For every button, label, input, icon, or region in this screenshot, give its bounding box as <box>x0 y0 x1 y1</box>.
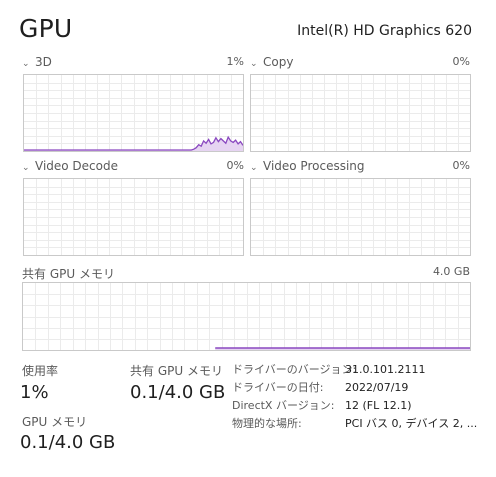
info-row-directx-version: DirectX バージョン: 12 (FL 12.1) <box>232 396 487 414</box>
info-value: 12 (FL 12.1) <box>345 398 412 412</box>
graph-canvas <box>23 283 470 350</box>
adapter-name: Intel(R) HD Graphics 620 <box>297 23 472 39</box>
engine-label: Copy <box>263 55 294 69</box>
engine-label: 3D <box>35 55 52 69</box>
chevron-down-icon: ⌄ <box>22 163 30 173</box>
info-row-physical-location: 物理的な場所: PCI バス 0, デバイス 2, ... <box>232 414 487 432</box>
engine-percent: 1% <box>226 55 244 68</box>
shared-memory-max: 4.0 GB <box>432 265 470 278</box>
info-key: 物理的な場所: <box>232 417 302 430</box>
info-row-driver-date: ドライバーの日付: 2022/07/19 <box>232 378 487 396</box>
page-title: GPU <box>19 14 73 43</box>
engine-selector-video-decode[interactable]: ⌄ Video Decode 0% <box>22 159 244 175</box>
shared-memory-stat-value: 0.1/4.0 GB <box>130 382 226 403</box>
utilization-value: 1% <box>20 382 49 403</box>
info-value: 2022/07/19 <box>345 380 409 394</box>
shared-memory-label: 共有 GPU メモリ <box>22 267 115 281</box>
engine-percent: 0% <box>226 159 244 172</box>
graph-canvas <box>24 179 243 255</box>
info-key: ドライバーの日付: <box>232 381 324 394</box>
engine-graph-video-decode <box>23 178 244 256</box>
engine-graph-copy <box>250 74 471 152</box>
engine-percent: 0% <box>452 159 470 172</box>
utilization-label: 使用率 <box>22 364 59 378</box>
gpu-memory-value: 0.1/4.0 GB <box>20 432 116 453</box>
chevron-down-icon: ⌄ <box>22 59 30 69</box>
graph-canvas <box>251 179 470 255</box>
shared-memory-stat-label: 共有 GPU メモリ <box>130 364 223 378</box>
activity-area <box>24 137 243 151</box>
shared-memory-graph <box>22 282 471 351</box>
engine-percent: 0% <box>452 55 470 68</box>
chevron-down-icon: ⌄ <box>250 59 258 69</box>
engine-selector-video-processing[interactable]: ⌄ Video Processing 0% <box>250 159 470 175</box>
engine-label: Video Decode <box>35 159 118 173</box>
shared-memory-header: 共有 GPU メモリ 4.0 GB <box>22 265 470 281</box>
engine-graph-3d <box>23 74 244 152</box>
chevron-down-icon: ⌄ <box>250 163 258 173</box>
engine-selector-3d[interactable]: ⌄ 3D 1% <box>22 55 244 71</box>
engine-graph-video-processing <box>250 178 471 256</box>
info-key: DirectX バージョン: <box>232 399 335 412</box>
graph-canvas <box>251 75 470 151</box>
info-value: PCI バス 0, デバイス 2, ... <box>345 417 478 430</box>
gpu-memory-label: GPU メモリ <box>22 415 88 429</box>
gpu-details: ドライバーのバージョン: 31.0.101.2111 ドライバーの日付: 202… <box>232 360 487 432</box>
engine-label: Video Processing <box>263 159 365 173</box>
graph-canvas <box>24 75 243 151</box>
info-value: 31.0.101.2111 <box>345 362 426 376</box>
engine-selector-copy[interactable]: ⌄ Copy 0% <box>250 55 470 71</box>
info-key: ドライバーのバージョン: <box>232 363 357 376</box>
info-row-driver-version: ドライバーのバージョン: 31.0.101.2111 <box>232 360 487 378</box>
